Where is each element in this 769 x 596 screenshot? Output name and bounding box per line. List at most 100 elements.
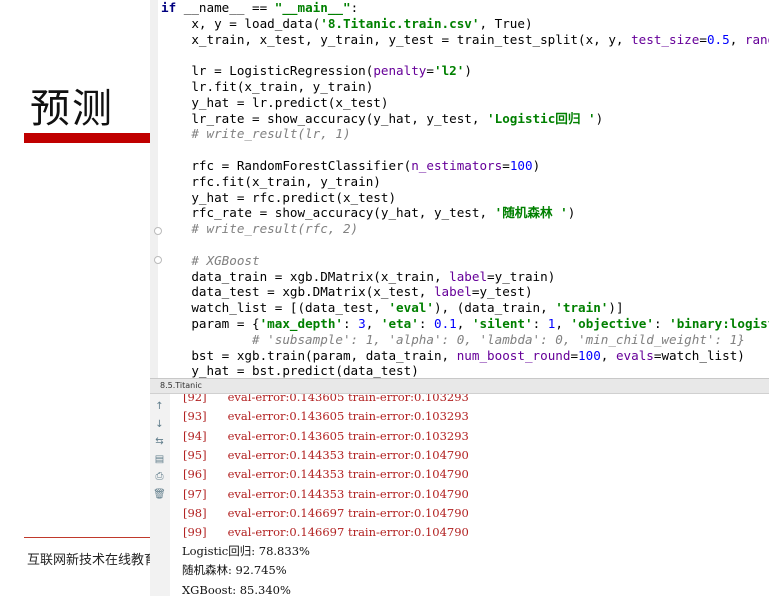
accuracy-result: XGBoost: 85.340% [182, 582, 291, 596]
code-token: = [699, 31, 707, 47]
eval-error-text: eval-error:0.143605 train-error:0.103293 [227, 394, 469, 404]
scroll-to-end-icon[interactable]: ▤ [153, 453, 166, 466]
eval-log-line: [95] eval-error:0.144353 train-error:0.10… [183, 446, 469, 465]
print-icon[interactable]: ⎙ [153, 470, 166, 483]
code-line: data_test = xgb.DMatrix(x_test, label=y_… [161, 284, 533, 300]
code-token: lr_rate = show_accuracy(y_hat, y_test, [161, 110, 488, 126]
code-token: data_train = xgb.DMatrix(x_train, [161, 268, 450, 284]
code-token: : [342, 316, 359, 331]
code-token: evals [615, 347, 654, 363]
code-token: 'eval' [388, 300, 434, 316]
code-token: 'max_depth' [259, 316, 343, 331]
code-token: , [600, 347, 616, 363]
run-panel-header: 8.5.Titanic [150, 378, 769, 394]
eval-log-line: [99] eval-error:0.146697 train-error:0.10… [183, 523, 469, 542]
run-toolbar: ↑ ↓ ⇆ ▤ ⎙ 🗑 [150, 394, 170, 596]
code-token: y_hat = rfc.predict(x_test) [161, 189, 397, 205]
code-token: 'silent' [471, 316, 533, 331]
eval-log-line: [96] eval-error:0.144353 train-error:0.10… [183, 465, 469, 484]
code-token: '8.Titanic.train.csv' [320, 15, 480, 31]
eval-round: [92] [183, 394, 207, 404]
code-token: penalty [373, 63, 427, 79]
code-editor[interactable]: if __name__ == "__main__": x, y = load_d… [150, 0, 769, 378]
title-underline-bar [24, 133, 152, 143]
code-token: num_boost_round [456, 347, 571, 363]
eval-round: [95] [183, 447, 207, 462]
code-token: # XGBoost [161, 252, 260, 268]
code-token: =y_test) [471, 284, 533, 300]
eval-error-text: eval-error:0.143605 train-error:0.103293 [227, 428, 469, 443]
code-line: lr_rate = show_accuracy(y_hat, y_test, '… [161, 111, 603, 127]
code-token: x_train, x_test, y_train, y_test = train… [161, 31, 632, 47]
footer-text: 互联网新技术在线教育领航者 [27, 553, 151, 568]
code-line: # 'subsample': 1, 'alpha': 0, 'lambda': … [161, 332, 745, 348]
eval-round: [97] [183, 486, 207, 501]
trash-icon[interactable]: 🗑 [153, 488, 166, 501]
fold-marker-icon[interactable] [154, 227, 162, 235]
code-token: random_s [744, 31, 769, 47]
code-token: y_hat = lr.predict(x_test) [161, 94, 389, 110]
code-token: , [456, 316, 472, 331]
code-token: = [502, 158, 510, 173]
eval-log-line: [97] eval-error:0.144353 train-error:0.10… [183, 485, 469, 504]
footer-divider [24, 537, 152, 538]
eval-error-text: eval-error:0.144353 train-error:0.104790 [227, 486, 469, 501]
code-token: : [532, 316, 548, 331]
code-token: 'l2' [433, 63, 465, 79]
eval-round: [98] [183, 505, 207, 520]
code-token: n_estimators [411, 158, 503, 173]
eval-round: [99] [183, 525, 207, 540]
code-token: 'Logistic回归 ' [487, 110, 596, 126]
code-token: ), (data_train, [433, 300, 556, 316]
code-token: 0.5 [706, 31, 730, 47]
code-line: rfc_rate = show_accuracy(y_hat, y_test, … [161, 205, 575, 221]
code-token: = [426, 63, 434, 79]
fold-marker-icon[interactable] [154, 256, 162, 264]
eval-round: [93] [183, 409, 207, 424]
eval-round: [94] [183, 428, 207, 443]
arrow-down-icon[interactable]: ↓ [153, 418, 166, 431]
code-token: rfc.fit(x_train, y_train) [161, 173, 381, 189]
code-token: =y_train) [487, 268, 556, 284]
eval-log-line: [94] eval-error:0.143605 train-error:0.10… [183, 427, 469, 446]
code-token: data_test = xgb.DMatrix(x_test, [161, 284, 434, 300]
code-token: ) [532, 158, 541, 173]
code-token: test_size [631, 31, 700, 47]
code-token: __name__ == [183, 0, 275, 15]
code-token: lr = LogisticRegression( [161, 63, 374, 79]
code-line: bst = xgb.train(param, data_train, num_b… [161, 348, 745, 364]
code-token: 100 [509, 158, 533, 173]
run-output[interactable]: [92] eval-error:0.143605 train-error:0.10… [170, 394, 769, 596]
code-token: 100 [578, 347, 601, 363]
code-line: # write_result(lr, 1) [161, 126, 350, 142]
code-token: , [365, 316, 381, 331]
eval-log-line: [92] eval-error:0.143605 train-error:0.10… [183, 394, 469, 407]
code-token: # 'subsample': 1, 'alpha': 0, 'lambda': … [161, 331, 745, 347]
code-token: 0.1 [434, 316, 457, 331]
code-line: lr = LogisticRegression(penalty='l2') [161, 63, 472, 79]
accuracy-result: 随机森林: 92.745% [182, 563, 287, 578]
code-line: y_hat = bst.predict(data_test) [161, 363, 418, 378]
code-token: : [653, 316, 670, 331]
code-token: '随机森林 ' [494, 205, 568, 221]
eval-log-line: [93] eval-error:0.143605 train-error:0.10… [183, 407, 469, 426]
code-token: 'eta' [380, 316, 419, 331]
wrap-icon[interactable]: ⇆ [153, 435, 166, 448]
run-panel-title: 8.5.Titanic [160, 381, 202, 390]
code-line: y_hat = rfc.predict(x_test) [161, 190, 396, 206]
code-token: )] [608, 300, 624, 316]
code-token: =watch_list) [653, 347, 745, 363]
eval-error-text: eval-error:0.144353 train-error:0.104790 [227, 447, 469, 462]
eval-error-text: eval-error:0.144353 train-error:0.104790 [227, 467, 469, 482]
code-token: ) [595, 110, 604, 126]
code-token: rfc_rate = show_accuracy(y_hat, y_test, [161, 205, 495, 221]
code-token: 3 [358, 316, 366, 331]
code-line: # XGBoost [161, 252, 260, 269]
code-line: param = {'max_depth': 3, 'eta': 0.1, 'si… [161, 316, 769, 332]
arrow-up-icon[interactable]: ↑ [153, 400, 166, 413]
code-token: ) [464, 63, 472, 79]
slide-title: 预测 [30, 86, 114, 132]
code-token: = [570, 347, 579, 363]
code-token: rfc = RandomForestClassifier( [161, 158, 412, 173]
code-token: watch_list = [(data_test, [161, 300, 389, 316]
